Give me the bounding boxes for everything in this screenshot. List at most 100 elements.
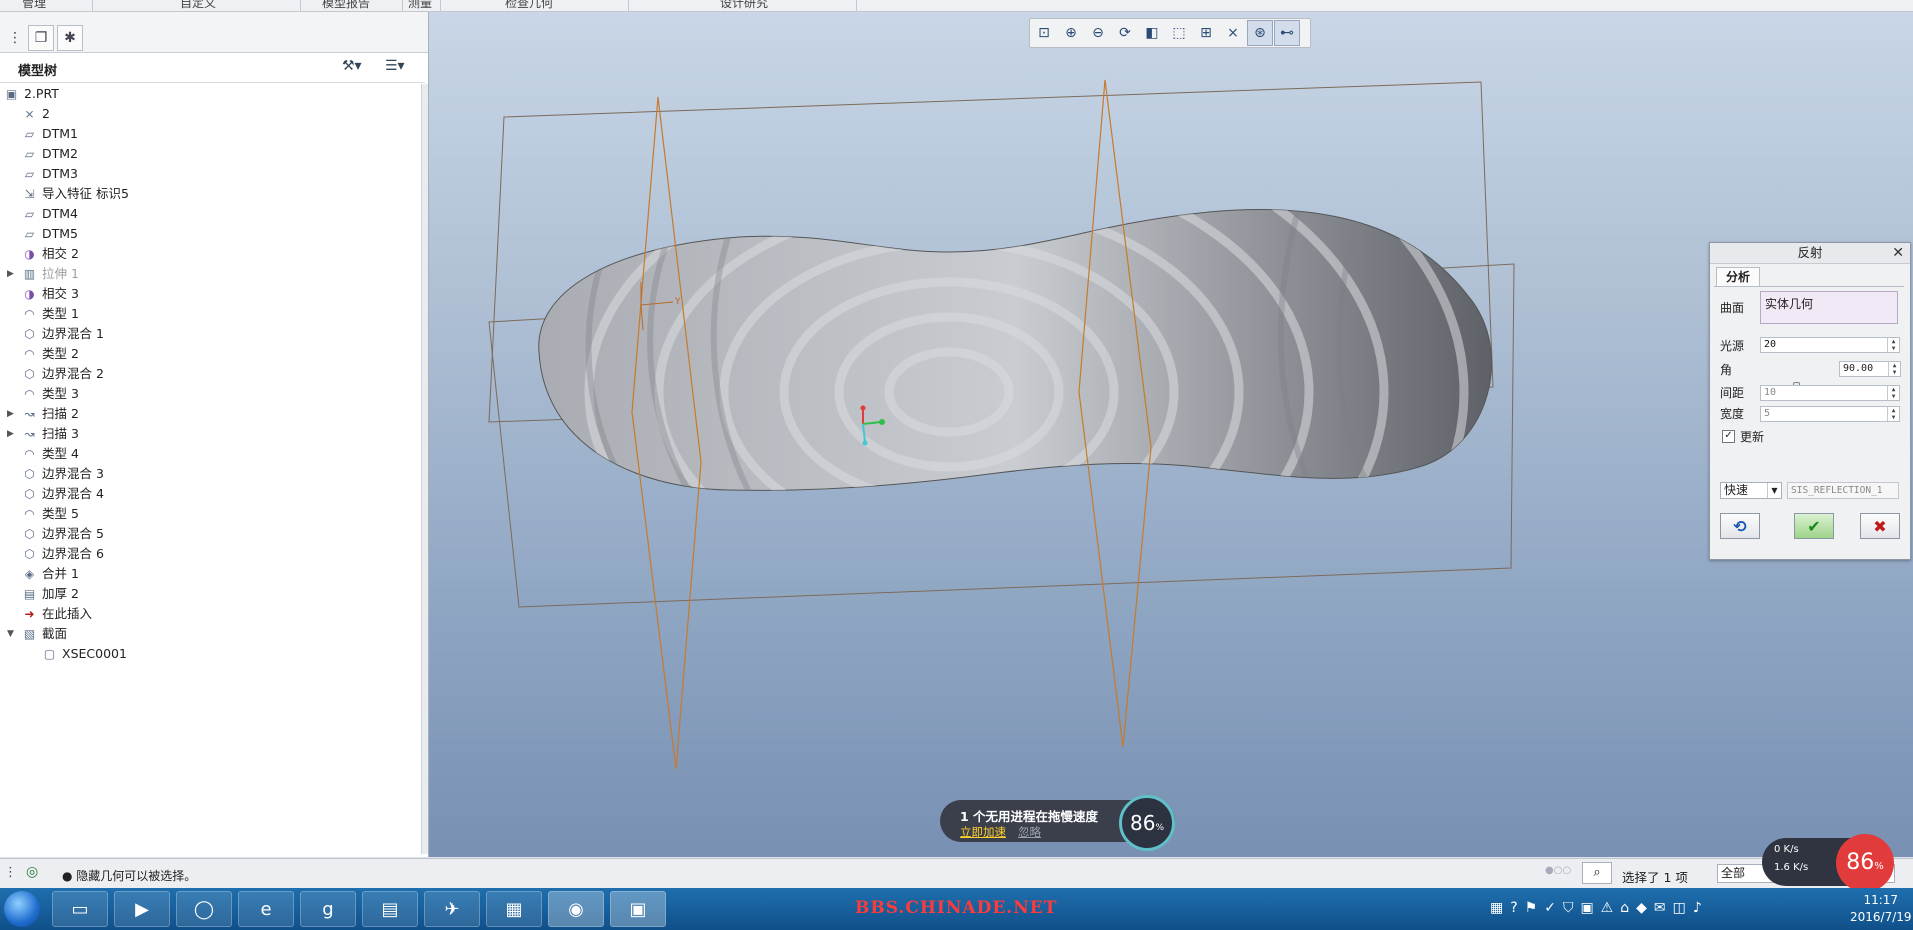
expand-icon[interactable]: ▶ xyxy=(7,424,17,444)
clock-date: 2016/7/19 xyxy=(1850,910,1912,924)
pinyin-icon[interactable]: g xyxy=(300,891,356,927)
width-spinner[interactable]: 5 ▲ ▼ xyxy=(1760,406,1900,422)
dialog-title: 反射 xyxy=(1797,245,1823,260)
zoom-fit-icon[interactable]: ⊡ xyxy=(1031,20,1057,46)
intersect-icon: ◑ xyxy=(24,247,35,261)
width-label: 宽度 xyxy=(1720,407,1745,421)
angle-value: 90.00 xyxy=(1843,363,1874,374)
style-icon: ◠ xyxy=(24,507,35,521)
graphics-viewport[interactable]: Y ⊡ ⊕ ⊖ ⟳ ◧ ⬚ ⊞ ⨯ ⊛ ⊷ xyxy=(429,12,1913,857)
cpu-percent-unit: % xyxy=(1874,861,1884,872)
zoom-in-icon[interactable]: ⊕ xyxy=(1058,20,1084,46)
style-icon: ◠ xyxy=(24,347,35,361)
app-store-icon[interactable]: ▦ xyxy=(486,891,542,927)
spinner-arrows-icon[interactable]: ▲ ▼ xyxy=(1887,407,1899,421)
camera-app-icon[interactable]: ◉ xyxy=(548,891,604,927)
panel-splitter[interactable] xyxy=(421,84,428,854)
annotation-display-icon[interactable]: ⊷ xyxy=(1274,20,1300,46)
tree-item-label: 边界混合 4 xyxy=(42,486,104,501)
spinner-arrows-icon[interactable]: ▲ ▼ xyxy=(1887,386,1899,400)
repaint-icon[interactable]: ⟳ xyxy=(1112,20,1138,46)
tab-analysis[interactable]: 分析 xyxy=(1716,267,1760,287)
datum-plane-icon: ▱ xyxy=(24,207,35,221)
gauge-percent: 86 xyxy=(1129,811,1156,835)
spacing-spinner[interactable]: 10 ▲ ▼ xyxy=(1760,385,1900,401)
tree-columns-icon[interactable]: ☰▾ xyxy=(385,58,405,76)
solid-body[interactable] xyxy=(429,12,1549,772)
browser-icon[interactable]: ◯ xyxy=(176,891,232,927)
tree-toggle-icon[interactable]: ⋮ xyxy=(4,865,17,880)
chevron-down-icon[interactable]: ▼ xyxy=(1767,483,1781,498)
import-feature-icon: ⇲ xyxy=(24,187,35,201)
quality-value: 快速 xyxy=(1724,483,1749,497)
saved-views-icon[interactable]: ⬚ xyxy=(1166,20,1192,46)
boundary-blend-icon: ⬡ xyxy=(24,527,35,541)
analysis-name-field[interactable]: SIS_REFLECTION_1 xyxy=(1787,482,1899,499)
light-source-spinner[interactable]: 20 ▲ ▼ xyxy=(1760,337,1900,353)
tab-customize[interactable]: 自定义 xyxy=(180,0,216,11)
winrar-icon[interactable]: ▤ xyxy=(362,891,418,927)
zoom-out-icon[interactable]: ⊖ xyxy=(1085,20,1111,46)
surface-label: 曲面 xyxy=(1720,301,1745,315)
taskbar-clock[interactable]: 11:17 2016/7/19 xyxy=(1850,892,1912,926)
tab-manage[interactable]: 管理 xyxy=(22,0,46,11)
close-icon[interactable]: ✕ xyxy=(1892,243,1904,263)
view-toolbar: ⊡ ⊕ ⊖ ⟳ ◧ ⬚ ⊞ ⨯ ⊛ ⊷ xyxy=(1029,18,1311,48)
spinner-arrows-icon[interactable]: ▲ ▼ xyxy=(1887,338,1899,352)
memory-gauge[interactable]: 86% xyxy=(1119,795,1175,851)
update-checkbox[interactable]: ✓ xyxy=(1722,430,1735,443)
ribbon-separator xyxy=(402,0,403,11)
model-canvas[interactable]: Y xyxy=(429,12,1913,857)
tab-design-study[interactable]: 设计研究 xyxy=(720,0,768,11)
boundary-blend-icon: ⬡ xyxy=(24,467,35,481)
creo-app-icon[interactable]: ▣ xyxy=(610,891,666,927)
spinner-arrows-icon[interactable]: ▲ ▼ xyxy=(1888,362,1900,376)
quality-select[interactable]: 快速 ▼ xyxy=(1720,482,1782,499)
folder-browser-tab-icon[interactable]: ❐ xyxy=(28,25,54,51)
datum-plane-icon: ▱ xyxy=(24,127,35,141)
display-style-icon[interactable]: ◧ xyxy=(1139,20,1165,46)
ignore-link[interactable]: 忽略 xyxy=(1018,824,1041,840)
tab-inspect-geometry[interactable]: 检查几何 xyxy=(505,0,553,11)
angle-value-field[interactable]: 90.00 ▲ ▼ xyxy=(1839,361,1901,377)
cancel-button[interactable]: ✖ xyxy=(1860,513,1900,539)
tree-item-label: DTM3 xyxy=(42,166,78,181)
find-icon[interactable]: ⌕ xyxy=(1582,862,1612,884)
explorer-icon[interactable]: ▭ xyxy=(52,891,108,927)
progress-dots-icon: ●○○ xyxy=(1545,865,1572,876)
model-tree-tab-icon[interactable]: ⋮ xyxy=(2,25,28,51)
network-monitor[interactable]: 0 K/s 1.6 K/s 86% xyxy=(1762,834,1894,892)
tab-model-report[interactable]: 模型报告 xyxy=(322,0,370,11)
favorites-tab-icon[interactable]: ✱ xyxy=(57,25,83,51)
start-button[interactable] xyxy=(4,891,40,927)
repeat-analysis-button[interactable]: ⟲ xyxy=(1720,513,1760,539)
collapse-icon[interactable]: ▼ xyxy=(7,624,17,644)
cross-icon: ✖ xyxy=(1873,516,1887,536)
dialog-titlebar: 反射 ✕ xyxy=(1710,243,1910,264)
sweep-icon: ↝ xyxy=(24,427,35,441)
surface-collector[interactable]: 实体几何 xyxy=(1760,291,1898,324)
expand-icon[interactable]: ▶ xyxy=(7,404,17,424)
tree-item-label: 类型 5 xyxy=(42,506,79,521)
perspective-icon[interactable]: ⊞ xyxy=(1193,20,1219,46)
model-tree-header: 模型树 ⚒▾ ☰▾ xyxy=(0,53,425,83)
spin-center-icon[interactable]: ⊛ xyxy=(1247,20,1273,46)
internet-explorer-icon[interactable]: e xyxy=(238,891,294,927)
expand-icon[interactable]: ▶ xyxy=(7,264,17,284)
system-tray-icons[interactable]: ▦?⚑✓⛉▣⚠⌂◆✉◫♪ xyxy=(1490,900,1709,916)
bird-app-icon[interactable]: ✈ xyxy=(424,891,480,927)
repeat-icon: ⟲ xyxy=(1733,516,1747,536)
notification-text: 1 个无用进程在拖慢速度 xyxy=(960,809,1099,824)
spacing-label: 间距 xyxy=(1720,386,1745,400)
browser-toggle-icon[interactable]: ◎ xyxy=(26,864,38,880)
tree-settings-icon[interactable]: ⚒▾ xyxy=(342,58,362,76)
cpu-percent: 86 xyxy=(1846,850,1875,875)
tree-item-label: 边界混合 2 xyxy=(42,366,104,381)
tab-measure[interactable]: 测量 xyxy=(408,0,432,11)
ok-button[interactable]: ✔ xyxy=(1794,513,1834,539)
media-player-icon[interactable]: ▶ xyxy=(114,891,170,927)
accelerate-link[interactable]: 立即加速 xyxy=(960,824,1006,840)
intersect-icon: ◑ xyxy=(24,287,35,301)
part-icon: ▣ xyxy=(5,87,18,101)
datum-display-icon[interactable]: ⨯ xyxy=(1220,20,1246,46)
